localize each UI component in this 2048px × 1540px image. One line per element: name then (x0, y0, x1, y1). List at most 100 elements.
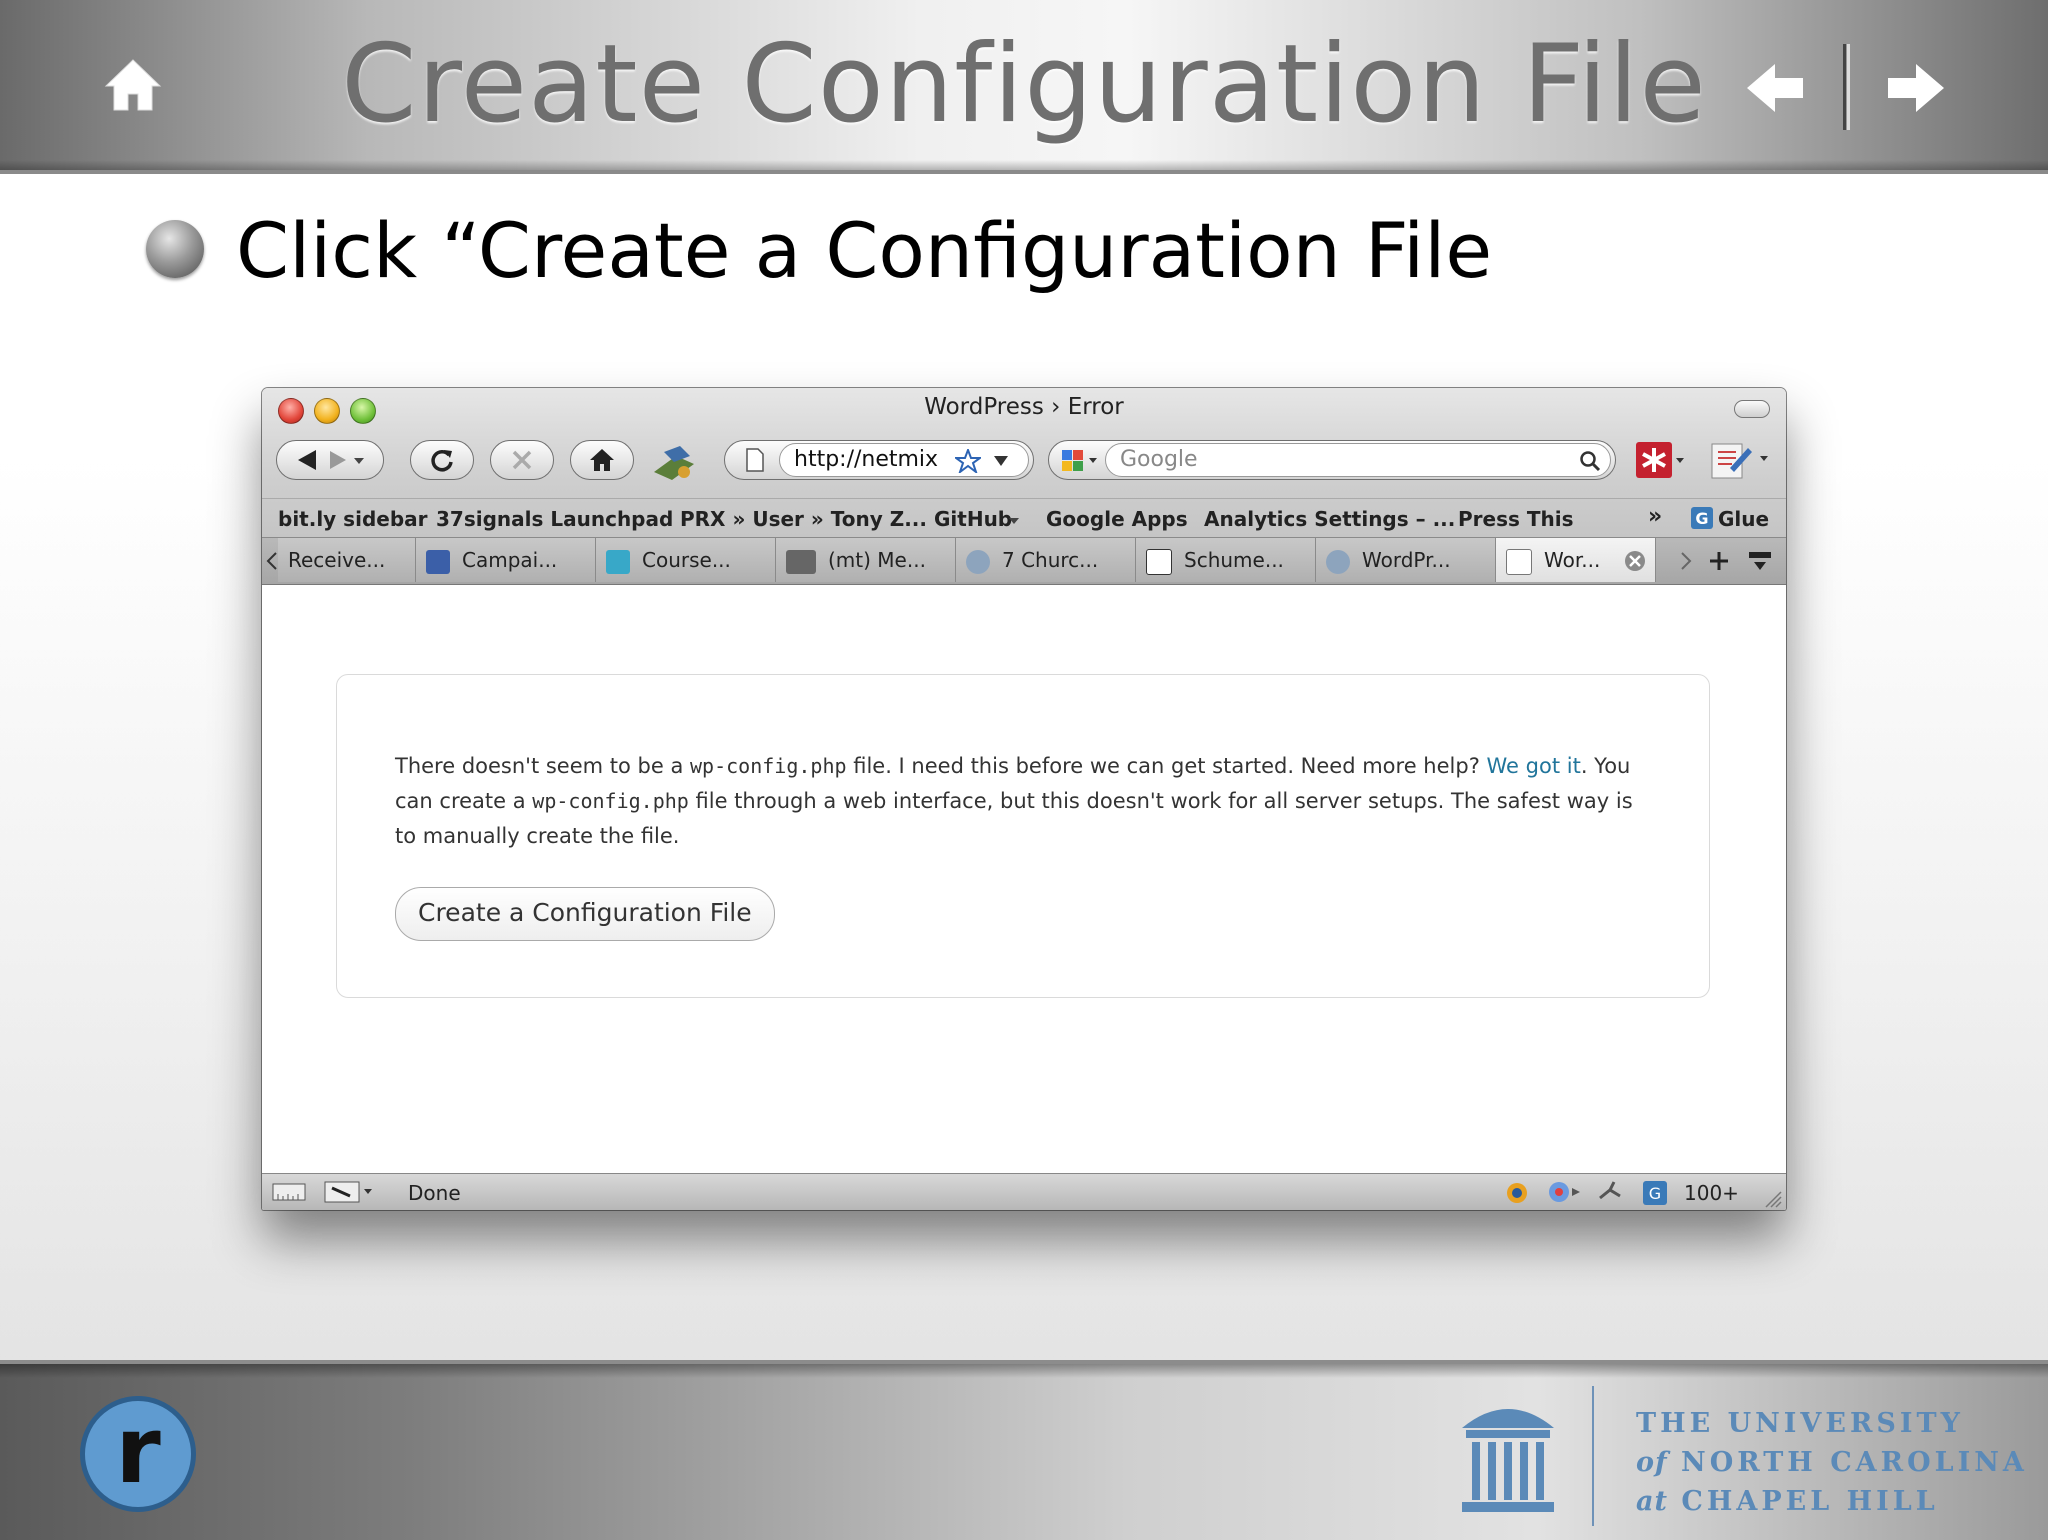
browser-home-icon (590, 449, 614, 471)
university-wordmark: THE UNIVERSITY of NORTH CAROLINA at CHAP… (1636, 1404, 2028, 1521)
history-dropdown-icon[interactable] (352, 455, 366, 465)
tab-scroll-right-icon[interactable] (1680, 552, 1692, 570)
bookmarks-bar: bit.ly sidebar 37signals Launchpad PRX »… (262, 498, 1786, 537)
slide-header: Create Configuration File (0, 0, 2048, 174)
tab-label: Wor... (1544, 548, 1601, 572)
address-bar[interactable]: http://netmix (724, 440, 1034, 480)
toolbar-toggle-button[interactable] (1734, 400, 1770, 418)
svg-text:G: G (1649, 1184, 1661, 1203)
search-bar[interactable]: Google (1048, 440, 1616, 480)
url-input[interactable]: http://netmix (779, 443, 1029, 477)
extension-icon[interactable] (650, 442, 702, 484)
create-configuration-file-button[interactable]: Create a Configuration File (395, 887, 775, 941)
bullet-text: Click “Create a Configuration File (236, 206, 1493, 295)
status-text: Done (408, 1181, 461, 1205)
notes-addon-icon[interactable] (1708, 438, 1774, 482)
svg-text:G: G (1695, 509, 1708, 528)
status-bar: Done G 100+ (262, 1173, 1786, 1210)
stop-icon (512, 450, 532, 470)
campaign-favicon-icon (426, 549, 450, 574)
tab-bar: Receive... Campai... Course... (mt) Me..… (262, 537, 1786, 584)
university-line1: THE UNIVERSITY (1636, 1408, 1964, 1439)
window-title: WordPress › Error (924, 394, 1124, 420)
footer-divider (1592, 1386, 1594, 1526)
bookmark-item[interactable]: PRX » User » Tony Z... (680, 507, 927, 531)
delicious-addon-icon[interactable] (1634, 440, 1686, 482)
error-message: There doesn't seem to be a wp-config.php… (395, 749, 1655, 854)
old-well-logo-icon (1462, 1409, 1554, 1512)
slide-title: Create Configuration File (341, 22, 1707, 147)
reload-icon (431, 450, 453, 472)
message-text: There doesn't seem to be a (395, 754, 690, 778)
page-content: There doesn't seem to be a wp-config.php… (262, 585, 1786, 1173)
tab-label: Course... (642, 548, 731, 572)
filename-code: wp-config.php (690, 754, 847, 778)
back-icon[interactable] (294, 448, 324, 472)
search-icon[interactable] (1579, 450, 1601, 472)
ruler-addon-icon[interactable] (272, 1181, 306, 1203)
yslow-icon[interactable] (1546, 1178, 1582, 1206)
browser-tab[interactable]: Schume... (1136, 538, 1316, 582)
mt-favicon-icon (786, 549, 816, 574)
previous-arrow-icon[interactable] (1745, 62, 1805, 114)
r-logo: r (80, 1396, 196, 1512)
filename-code: wp-config.php (532, 789, 689, 813)
browser-chrome: WordPress › Error http://netmix Google b… (262, 388, 1786, 585)
nav-divider (1843, 44, 1846, 130)
status-count: 100+ (1684, 1181, 1739, 1205)
home-button[interactable] (570, 440, 634, 480)
browser-window: WordPress › Error http://netmix Google b… (262, 388, 1786, 1210)
inspect-addon-icon[interactable] (324, 1180, 374, 1204)
help-link[interactable]: We got it (1487, 754, 1581, 778)
bookmark-item[interactable]: GitHub (934, 507, 1012, 531)
bookmark-item[interactable]: Google Apps (1046, 507, 1188, 531)
back-forward-buttons[interactable] (276, 440, 384, 480)
search-input[interactable]: Google (1105, 443, 1611, 477)
nytimes-favicon-icon (1146, 548, 1172, 575)
wordpress-favicon-icon (966, 549, 990, 574)
tab-label: Campai... (462, 548, 558, 572)
tab-label: 7 Churc... (1002, 548, 1099, 572)
browser-tab[interactable]: Course... (596, 538, 776, 582)
close-tab-icon[interactable] (1624, 550, 1646, 572)
bookmark-item[interactable]: Analytics Settings – ... (1204, 507, 1455, 531)
university-of: of (1636, 1447, 1668, 1478)
bookmark-star-icon[interactable] (955, 449, 981, 473)
university-line2: NORTH CAROLINA (1681, 1447, 2028, 1478)
bookmark-item[interactable]: bit.ly sidebar (278, 507, 428, 531)
glue-status-icon[interactable]: G (1642, 1180, 1668, 1206)
tab-label: Schume... (1184, 548, 1284, 572)
course-favicon-icon (606, 549, 630, 574)
next-arrow-icon[interactable] (1886, 62, 1946, 114)
university-line3: CHAPEL HILL (1681, 1486, 1939, 1517)
tab-list-icon[interactable] (1748, 550, 1772, 572)
browser-tab[interactable]: Receive... (278, 538, 416, 582)
tab-label: Receive... (288, 548, 386, 572)
browser-tab[interactable]: WordPr... (1316, 538, 1496, 582)
bookmarks-overflow-chevron[interactable]: » (1648, 504, 1662, 529)
reload-button[interactable] (410, 440, 474, 480)
bookmark-folder-dropdown-icon (1009, 518, 1019, 524)
page-favicon-icon (1506, 548, 1532, 575)
bookmark-item[interactable]: Press This (1458, 507, 1574, 531)
stop-button[interactable] (490, 440, 554, 480)
bookmark-item[interactable]: 37signals Launchpad (436, 507, 673, 531)
browser-tab[interactable]: 7 Churc... (956, 538, 1136, 582)
tab-scroll-left-icon[interactable] (266, 552, 278, 570)
browser-tab[interactable]: (mt) Me... (776, 538, 956, 582)
google-search-engine-icon[interactable] (1061, 449, 1101, 473)
page-icon (746, 448, 764, 472)
bullet-icon (146, 220, 204, 278)
resize-grip-icon[interactable] (1762, 1188, 1782, 1208)
firebug-icon[interactable] (1502, 1178, 1532, 1206)
url-dropdown-icon[interactable] (993, 455, 1009, 467)
glue-icon: G (1691, 507, 1713, 529)
tab-label: WordPr... (1362, 548, 1451, 572)
new-tab-icon[interactable] (1708, 550, 1730, 572)
browser-tab[interactable]: Campai... (416, 538, 596, 582)
network-addon-icon[interactable] (1596, 1180, 1626, 1204)
slide-footer: r THE UNIVERSITY of NORTH CAROLINA at CH… (0, 1360, 2048, 1540)
forward-icon[interactable] (324, 448, 352, 472)
wordpress-favicon-icon (1326, 549, 1350, 574)
bookmark-item[interactable]: Glue (1718, 507, 1769, 531)
